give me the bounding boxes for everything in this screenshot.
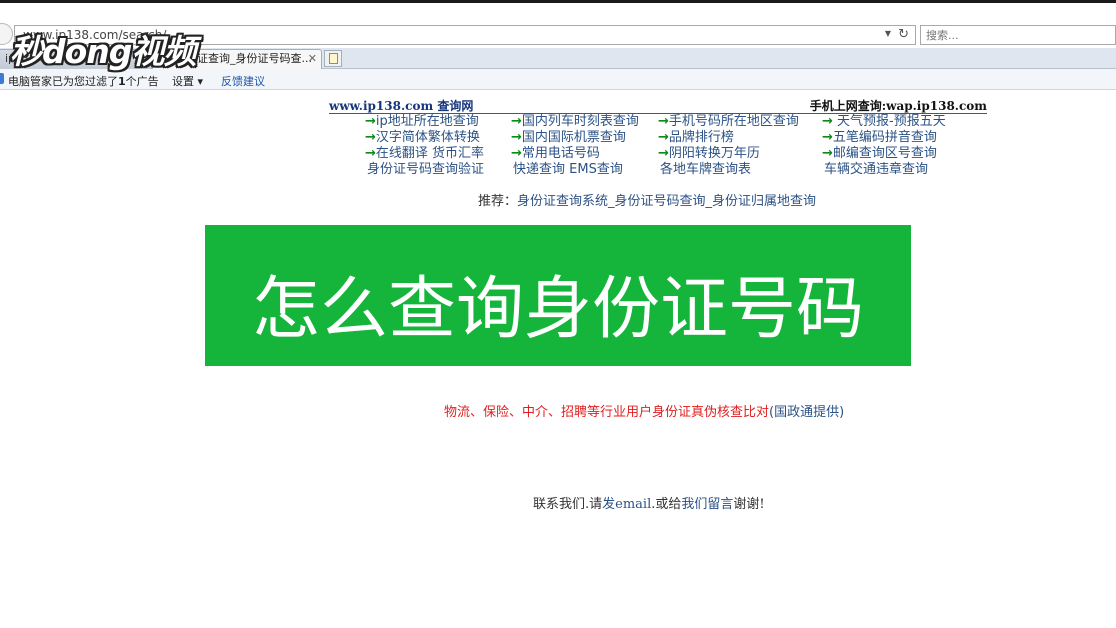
- service-link[interactable]: →常用电话号码: [511, 146, 600, 162]
- verify-link[interactable]: 物流、保险、中介、招聘等行业用户身份证真伪核查比对: [444, 405, 769, 420]
- contact-line: 联系我们.请发email.或给我们留言谢谢!: [533, 493, 765, 512]
- service-link[interactable]: →五笔编码拼音查询: [822, 130, 937, 146]
- service-link-grid: →ip地址所在地查询 →国内列车时刻表查询 →手机号码所在地区查询 → 天气预报-预报…: [329, 114, 987, 178]
- settings-menu[interactable]: 设置 ▾: [172, 73, 203, 89]
- service-link-label: 国内国际机票查询: [521, 130, 626, 145]
- site-header: www.ip138.com 查询网 手机上网查询:wap.ip138.com: [329, 96, 987, 114]
- service-link[interactable]: →阴阳转换万年历: [658, 146, 760, 162]
- service-link[interactable]: →手机号码所在地区查询: [658, 114, 799, 130]
- service-link-label: 各地车牌查询表: [660, 162, 752, 177]
- service-link[interactable]: →国内国际机票查询: [511, 130, 626, 146]
- arrow-right-icon: →: [658, 130, 669, 145]
- link-grid-row: 身份证号码查询验证 快递查询 EMS查询 各地车牌查询表 车辆交通违章查询: [329, 162, 987, 178]
- arrow-right-icon: →: [511, 130, 522, 145]
- service-link-label: 身份证号码查询验证: [367, 162, 485, 177]
- arrow-right-icon: →: [822, 114, 833, 129]
- watermark-text: 秒dong视频: [10, 32, 196, 71]
- recommend-link[interactable]: 身份证查询系统_身份证号码查询_身份证归属地查询: [517, 194, 816, 209]
- email-link[interactable]: 发email: [602, 497, 651, 512]
- shield-icon: [0, 73, 4, 84]
- link-grid-row: →在线翻译 货币汇率 →常用电话号码 →阴阳转换万年历 →邮编查询区号查询: [329, 146, 987, 162]
- watermark-logo: 秒dong视频: [10, 25, 196, 71]
- service-link[interactable]: →邮编查询区号查询: [822, 146, 937, 162]
- service-link-label: 汉字简体繁体转换: [375, 130, 480, 145]
- banner-title: 怎么查询身份证号码: [251, 270, 864, 349]
- close-icon[interactable]: ✕: [308, 50, 317, 68]
- service-link[interactable]: →ip地址所在地查询: [365, 114, 479, 130]
- recommend-label: 推荐：: [478, 194, 518, 209]
- service-link[interactable]: →品牌排行榜: [658, 130, 734, 146]
- service-link-label: 车辆交通违章查询: [824, 162, 929, 177]
- service-link[interactable]: →汉字简体繁体转换: [365, 130, 480, 146]
- arrow-right-icon: →: [658, 146, 669, 161]
- service-link-label: 阴阳转换万年历: [668, 146, 760, 161]
- search-input[interactable]: [921, 26, 1101, 44]
- refresh-icon[interactable]: ↻: [898, 27, 909, 42]
- search-box[interactable]: [920, 25, 1116, 45]
- service-link[interactable]: → 天气预报-预报五天: [822, 114, 946, 130]
- service-link[interactable]: 快递查询 EMS查询: [513, 162, 623, 178]
- ad-count: 1: [118, 75, 126, 88]
- arrow-right-icon: →: [658, 114, 669, 129]
- arrow-right-icon: →: [365, 146, 376, 161]
- service-link-label: 五笔编码拼音查询: [832, 130, 937, 145]
- new-tab-button[interactable]: [324, 50, 342, 67]
- service-link-label: 在线翻译 货币汇率: [375, 146, 485, 161]
- arrow-right-icon: →: [822, 130, 833, 145]
- verify-provider: (国政通提供): [769, 405, 845, 420]
- arrow-right-icon: →: [511, 114, 522, 129]
- link-grid-row: →汉字简体繁体转换 →国内国际机票查询 →品牌排行榜 →五笔编码拼音查询: [329, 130, 987, 146]
- service-link-label: 手机号码所在地区查询: [668, 114, 799, 129]
- contact-suffix: 谢谢!: [733, 497, 765, 512]
- arrow-right-icon: →: [365, 130, 376, 145]
- site-name-link[interactable]: www.ip138.com 查询网: [329, 97, 473, 114]
- window-top-border: [0, 0, 1116, 3]
- tab-label: 身份证查询_身份证号码查...: [175, 52, 312, 65]
- message-link[interactable]: 我们留言: [681, 497, 733, 512]
- service-link-label: 常用电话号码: [521, 146, 600, 161]
- arrow-right-icon: →: [365, 114, 376, 129]
- recommend-line: 推荐：身份证查询系统_身份证号码查询_身份证归属地查询: [478, 190, 816, 209]
- link-grid-row: →ip地址所在地查询 →国内列车时刻表查询 →手机号码所在地区查询 → 天气预报-预报…: [329, 114, 987, 130]
- service-link[interactable]: →在线翻译 货币汇率: [365, 146, 484, 162]
- service-link[interactable]: 车辆交通违章查询: [824, 162, 928, 178]
- contact-prefix: 联系我们.请: [533, 497, 603, 512]
- chevron-down-icon[interactable]: ▼: [885, 29, 891, 38]
- service-link[interactable]: 各地车牌查询表: [660, 162, 751, 178]
- ad-filter-message: 电脑管家已为您过滤了1个广告: [8, 75, 159, 88]
- title-banner: 怎么查询身份证号码: [205, 225, 911, 366]
- service-link-label: 快递查询 EMS查询: [513, 162, 623, 177]
- service-link[interactable]: 身份证号码查询验证: [367, 162, 484, 178]
- feedback-link[interactable]: 反馈建议: [221, 73, 265, 89]
- arrow-right-icon: →: [511, 146, 522, 161]
- contact-middle: .或给: [651, 497, 682, 512]
- service-link-label: 邮编查询区号查询: [832, 146, 937, 161]
- service-link[interactable]: →国内列车时刻表查询: [511, 114, 639, 130]
- arrow-right-icon: →: [822, 146, 833, 161]
- verify-line: 物流、保险、中介、招聘等行业用户身份证真伪核查比对(国政通提供): [444, 401, 844, 420]
- mobile-site-text: 手机上网查询:wap.ip138.com: [809, 99, 987, 113]
- service-link-label: ip地址所在地查询: [375, 114, 479, 129]
- new-page-icon: [329, 53, 338, 64]
- service-link-label: 品牌排行榜: [668, 130, 734, 145]
- service-link-label: 国内列车时刻表查询: [521, 114, 639, 129]
- service-link-label: 天气预报-预报五天: [832, 114, 946, 129]
